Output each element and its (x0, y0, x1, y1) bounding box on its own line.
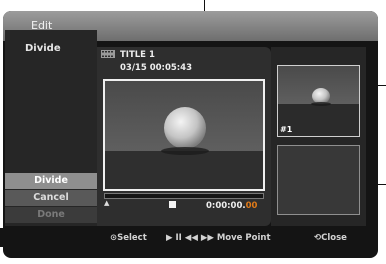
divide-button[interactable]: Divide (5, 173, 97, 189)
move-point-hint: ▶ II ◀◀ ▶▶ Move Point (166, 233, 271, 243)
title-name: TITLE 1 (120, 50, 155, 60)
part-1-label: #1 (280, 125, 293, 134)
sidebar-heading: Divide (25, 43, 61, 54)
video-preview (103, 79, 265, 191)
close-hint: ⟲Close (314, 233, 347, 243)
select-hint: ⊙Select (110, 233, 147, 243)
stop-icon (169, 201, 176, 208)
footer-help-bar: ⊙Select ▶ II ◀◀ ▶▶ Move Point ⟲Close (0, 228, 375, 247)
timeline-bar[interactable] (104, 193, 264, 199)
timecode-frames: 00 (245, 201, 258, 211)
cancel-button[interactable]: Cancel (5, 190, 97, 206)
timeline-position-marker[interactable]: ▲ (104, 199, 109, 207)
done-button[interactable]: Done (5, 207, 97, 223)
title-datetime: 03/15 00:05:43 (120, 63, 193, 73)
part-2-thumbnail[interactable] (277, 145, 360, 215)
timecode-main: 0:00:00. (206, 201, 246, 211)
film-icon (101, 50, 115, 58)
timecode: 0:00:00.00 (206, 201, 257, 211)
preview-image (105, 81, 263, 189)
